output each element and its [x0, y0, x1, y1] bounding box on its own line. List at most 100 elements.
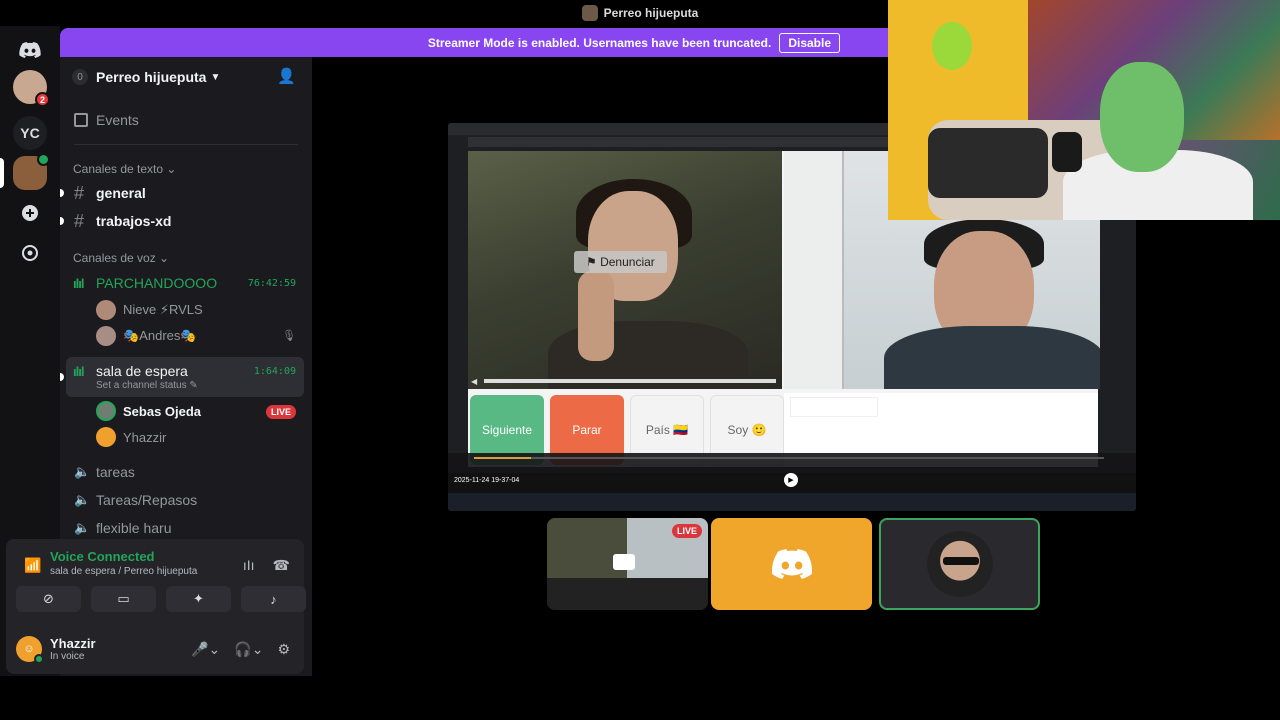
- voice-buttons: ⊘ ▭ ✦ ♪: [16, 586, 306, 612]
- player-controls: [448, 453, 1136, 473]
- participant-tile-sebas[interactable]: [879, 518, 1040, 610]
- channel-status[interactable]: Set a channel status ✎: [96, 380, 198, 391]
- speaker-icon: 🔈: [74, 492, 91, 507]
- voice-status: Voice Connected sala de espera / Perreo …: [22, 549, 197, 577]
- status-indicator: [34, 654, 44, 664]
- live-badge: LIVE: [265, 405, 296, 419]
- video-figure-hand: [578, 271, 614, 361]
- category-text-label: Canales de texto: [73, 162, 164, 176]
- category-voice[interactable]: Canales de voz ⌄: [73, 251, 169, 265]
- channel-label: general: [96, 185, 146, 201]
- discord-home-icon[interactable]: [13, 33, 47, 67]
- webcam-figure-head: [1100, 62, 1184, 172]
- avatar: [926, 531, 993, 597]
- channel-trabajos-xd[interactable]: # trabajos-xd: [60, 208, 304, 234]
- report-label: Denunciar: [600, 255, 655, 269]
- soundboard-button[interactable]: ♪: [241, 586, 306, 612]
- play-icon[interactable]: ▶: [784, 473, 798, 487]
- stream-tile[interactable]: LIVE: [547, 518, 708, 610]
- webcam-toy: [932, 22, 972, 70]
- video-background-door: [784, 151, 844, 389]
- events-item[interactable]: Events: [74, 112, 139, 128]
- recording-timestamp: 2025-11-24 19-37-04: [454, 477, 520, 484]
- voice-user[interactable]: Sebas Ojeda: [96, 401, 201, 421]
- share-screen-button[interactable]: ▭: [91, 586, 156, 612]
- voice-user-name: Sebas Ojeda: [123, 403, 202, 419]
- channel-label: flexible haru: [96, 520, 172, 536]
- avatar[interactable]: ☺: [16, 636, 44, 664]
- report-button[interactable]: ⚑ Denunciar: [574, 251, 667, 273]
- video-progress-fill: [484, 379, 776, 383]
- avatar: [96, 300, 116, 320]
- voice-channel-label: sala de espera: [96, 363, 188, 379]
- discord-icon: [771, 549, 812, 579]
- voice-channel-tareas[interactable]: 🔈 tareas: [66, 459, 304, 485]
- chevron-down-icon: ▼: [210, 71, 221, 83]
- divider: [74, 144, 298, 145]
- voice-connected-title[interactable]: Voice Connected: [50, 549, 197, 564]
- add-user-icon[interactable]: 👤: [277, 67, 296, 85]
- channel-label: tareas: [96, 464, 135, 480]
- voice-activity-icon: [37, 153, 50, 166]
- server-perreo[interactable]: [13, 153, 50, 190]
- channel-general[interactable]: # general: [60, 180, 304, 206]
- volume-icon[interactable]: ◀: [471, 377, 477, 386]
- avatar: [96, 427, 116, 447]
- noise-suppression-icon[interactable]: ıIı: [243, 557, 255, 574]
- voice-timer: 76:42:59: [247, 277, 296, 289]
- activities-button[interactable]: ✦: [166, 586, 231, 612]
- speaker-icon: 🔈: [74, 464, 91, 479]
- voice-channel-flexible-haru[interactable]: 🔈 flexible haru: [66, 515, 304, 541]
- selected-server-indicator: [0, 158, 4, 188]
- voice-active-icon: ılıl: [73, 275, 84, 291]
- chat-message: [790, 397, 878, 417]
- voice-channel-tareas-repasos[interactable]: 🔈 Tareas/Repasos: [66, 487, 304, 513]
- server-yc[interactable]: YC: [13, 116, 47, 150]
- add-server-icon[interactable]: [13, 196, 47, 230]
- user-name: Yhazzir: [50, 636, 96, 651]
- voice-timer: 1:64:09: [253, 365, 296, 377]
- voice-user[interactable]: 🎭Andres🎭: [96, 326, 197, 346]
- camera-off-button[interactable]: ⊘: [16, 586, 81, 612]
- video-progress[interactable]: [484, 379, 776, 383]
- unread-indicator: [60, 373, 64, 381]
- voice-user[interactable]: Nieve ⚡RVLS: [96, 300, 203, 320]
- server-header[interactable]: 0 Perreo hijueputa ▼ 👤: [60, 57, 312, 97]
- video-figure-body: [884, 326, 1100, 389]
- channel-label: Tareas/Repasos: [96, 492, 198, 508]
- avatar: [96, 326, 116, 346]
- screen-share-icon: [613, 554, 635, 570]
- taskbar: [448, 493, 1136, 511]
- microphone-icon[interactable]: 🎤⌄: [191, 641, 220, 658]
- server-count: 0: [72, 69, 88, 85]
- avatar: [96, 401, 116, 421]
- voice-user-name: 🎭Andres🎭: [123, 328, 197, 343]
- gear-icon[interactable]: ⚙: [277, 641, 290, 658]
- category-voice-label: Canales de voz: [73, 251, 156, 265]
- screen-share-icon: ▭: [117, 591, 130, 606]
- voice-user-name: Nieve ⚡RVLS: [123, 302, 203, 317]
- seek-bar[interactable]: [474, 457, 1104, 459]
- voice-channel-parchandoooo[interactable]: ılıl PARCHANDOOOO 76:42:59: [66, 273, 304, 293]
- voice-actions: ıIı ☎: [243, 557, 290, 574]
- disable-button[interactable]: Disable: [779, 32, 840, 53]
- voice-user[interactable]: Yhazzir: [96, 427, 166, 447]
- speaker-icon: 🔈: [74, 520, 91, 535]
- participant-tile-yhazzir[interactable]: [711, 518, 872, 610]
- voice-active-icon: ılıl: [73, 363, 84, 379]
- unread-badge: 2: [35, 92, 50, 107]
- category-text[interactable]: Canales de texto ⌄: [73, 162, 176, 176]
- compass-icon[interactable]: [13, 236, 47, 270]
- disconnect-icon[interactable]: ☎: [273, 557, 290, 574]
- voice-channel-sala-de-espera[interactable]: ılıl sala de espera 1:64:09: [66, 361, 304, 381]
- server-avatar-icon: [581, 5, 598, 21]
- hash-icon: #: [74, 210, 85, 231]
- headphones-icon[interactable]: 🎧⌄: [234, 641, 263, 658]
- user-status: In voice: [50, 651, 85, 662]
- channel-label: trabajos-xd: [96, 213, 172, 229]
- dm-avatar[interactable]: 2: [13, 70, 50, 107]
- seek-fill: [474, 457, 531, 459]
- unread-indicator: [60, 189, 64, 197]
- voice-location: sala de espera / Perreo hijueputa: [50, 566, 198, 577]
- voice-channel-label: PARCHANDOOOO: [96, 275, 218, 291]
